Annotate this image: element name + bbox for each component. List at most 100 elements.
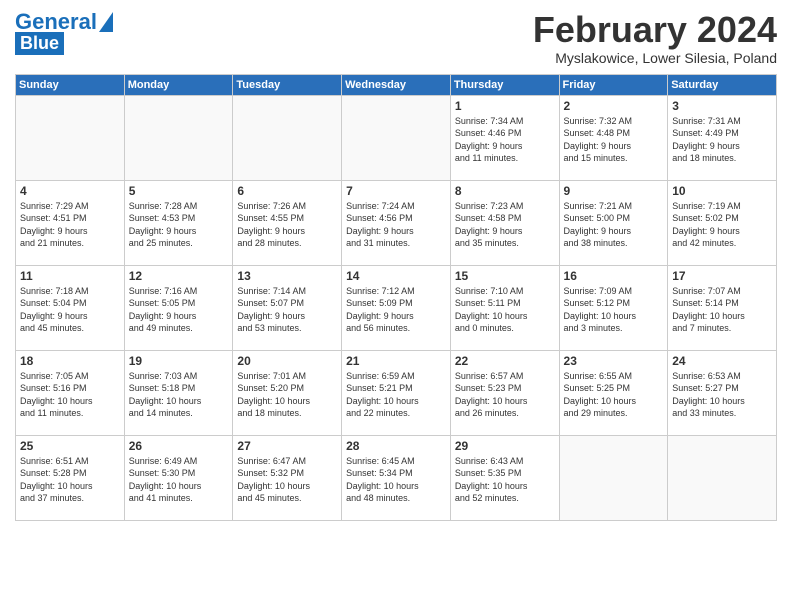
day-number: 23 [564,354,664,368]
calendar-cell [559,435,668,520]
calendar-cell: 13 Sunrise: 7:14 AM Sunset: 5:07 PM Dayli… [233,265,342,350]
cell-info: Sunrise: 7:10 AM Sunset: 5:11 PM Dayligh… [455,285,555,335]
calendar-cell: 8 Sunrise: 7:23 AM Sunset: 4:58 PM Daylig… [450,180,559,265]
page-container: General Blue February 2024 Myslakowice, … [0,0,792,526]
calendar-cell: 20Sunrise: 7:01 AM Sunset: 5:20 PM Dayli… [233,350,342,435]
calendar-cell [342,95,451,180]
day-number: 16 [564,269,664,283]
calendar-cell: 28 Sunrise: 6:45 AM Sunset: 5:34 PM Dayli… [342,435,451,520]
calendar-cell: 15Sunrise: 7:10 AM Sunset: 5:11 PM Dayli… [450,265,559,350]
day-number: 9 [564,184,664,198]
day-number: 14 [346,269,446,283]
day-number: 22 [455,354,555,368]
calendar-cell: 3 Sunrise: 7:31 AM Sunset: 4:49 PM Daylig… [668,95,777,180]
day-number: 4 [20,184,120,198]
day-number: 8 [455,184,555,198]
day-number: 5 [129,184,229,198]
day-number: 3 [672,99,772,113]
cell-info: Sunrise: 6:55 AM Sunset: 5:25 PM Dayligh… [564,370,664,420]
calendar-header-row: SundayMondayTuesdayWednesdayThursdayFrid… [16,74,777,95]
cell-info: Sunrise: 7:34 AM Sunset: 4:46 PM Dayligh… [455,115,555,165]
day-number: 2 [564,99,664,113]
day-number: 26 [129,439,229,453]
cell-info: Sunrise: 6:45 AM Sunset: 5:34 PM Dayligh… [346,455,446,505]
day-number: 7 [346,184,446,198]
calendar-cell: 23 Sunrise: 6:55 AM Sunset: 5:25 PM Dayli… [559,350,668,435]
calendar-week-0: 1 Sunrise: 7:34 AM Sunset: 4:46 PM Daylig… [16,95,777,180]
calendar-cell: 12 Sunrise: 7:16 AM Sunset: 5:05 PM Dayli… [124,265,233,350]
calendar-cell: 25Sunrise: 6:51 AM Sunset: 5:28 PM Dayli… [16,435,125,520]
day-number: 18 [20,354,120,368]
calendar-week-4: 25Sunrise: 6:51 AM Sunset: 5:28 PM Dayli… [16,435,777,520]
calendar-body: 1 Sunrise: 7:34 AM Sunset: 4:46 PM Daylig… [16,95,777,520]
calendar-cell: 26 Sunrise: 6:49 AM Sunset: 5:30 PM Dayli… [124,435,233,520]
day-number: 12 [129,269,229,283]
calendar-cell [16,95,125,180]
cell-info: Sunrise: 7:14 AM Sunset: 5:07 PM Dayligh… [237,285,337,335]
calendar-cell [233,95,342,180]
day-number: 27 [237,439,337,453]
cell-info: Sunrise: 7:09 AM Sunset: 5:12 PM Dayligh… [564,285,664,335]
day-number: 17 [672,269,772,283]
day-number: 28 [346,439,446,453]
cell-info: Sunrise: 7:12 AM Sunset: 5:09 PM Dayligh… [346,285,446,335]
calendar-cell: 16 Sunrise: 7:09 AM Sunset: 5:12 PM Dayli… [559,265,668,350]
cell-info: Sunrise: 6:49 AM Sunset: 5:30 PM Dayligh… [129,455,229,505]
cell-info: Sunrise: 6:47 AM Sunset: 5:32 PM Dayligh… [237,455,337,505]
header-sunday: Sunday [16,74,125,95]
calendar-cell: 19Sunrise: 7:03 AM Sunset: 5:18 PM Dayli… [124,350,233,435]
header-section: General Blue February 2024 Myslakowice, … [15,10,777,66]
calendar-cell: 7Sunrise: 7:24 AM Sunset: 4:56 PM Daylig… [342,180,451,265]
day-number: 10 [672,184,772,198]
calendar-cell: 4 Sunrise: 7:29 AM Sunset: 4:51 PM Daylig… [16,180,125,265]
calendar-cell: 17 Sunrise: 7:07 AM Sunset: 5:14 PM Dayli… [668,265,777,350]
cell-info: Sunrise: 7:03 AM Sunset: 5:18 PM Dayligh… [129,370,229,420]
header-friday: Friday [559,74,668,95]
cell-info: Sunrise: 7:29 AM Sunset: 4:51 PM Dayligh… [20,200,120,250]
header-saturday: Saturday [668,74,777,95]
logo-general: General [15,9,97,34]
calendar-cell [124,95,233,180]
cell-info: Sunrise: 7:23 AM Sunset: 4:58 PM Dayligh… [455,200,555,250]
header-tuesday: Tuesday [233,74,342,95]
calendar-cell: 22Sunrise: 6:57 AM Sunset: 5:23 PM Dayli… [450,350,559,435]
calendar-cell: 6 Sunrise: 7:26 AM Sunset: 4:55 PM Daylig… [233,180,342,265]
calendar-cell: 1 Sunrise: 7:34 AM Sunset: 4:46 PM Daylig… [450,95,559,180]
logo-triangle [99,12,113,32]
calendar-week-2: 11 Sunrise: 7:18 AM Sunset: 5:04 PM Dayli… [16,265,777,350]
cell-info: Sunrise: 6:43 AM Sunset: 5:35 PM Dayligh… [455,455,555,505]
calendar-week-1: 4 Sunrise: 7:29 AM Sunset: 4:51 PM Daylig… [16,180,777,265]
day-number: 11 [20,269,120,283]
cell-info: Sunrise: 7:26 AM Sunset: 4:55 PM Dayligh… [237,200,337,250]
day-number: 6 [237,184,337,198]
calendar-cell: 27 Sunrise: 6:47 AM Sunset: 5:32 PM Dayli… [233,435,342,520]
cell-info: Sunrise: 6:53 AM Sunset: 5:27 PM Dayligh… [672,370,772,420]
cell-info: Sunrise: 7:31 AM Sunset: 4:49 PM Dayligh… [672,115,772,165]
day-number: 1 [455,99,555,113]
cell-info: Sunrise: 7:21 AM Sunset: 5:00 PM Dayligh… [564,200,664,250]
cell-info: Sunrise: 7:32 AM Sunset: 4:48 PM Dayligh… [564,115,664,165]
day-number: 24 [672,354,772,368]
day-number: 29 [455,439,555,453]
title-section: February 2024 Myslakowice, Lower Silesia… [533,10,777,66]
cell-info: Sunrise: 7:07 AM Sunset: 5:14 PM Dayligh… [672,285,772,335]
cell-info: Sunrise: 7:19 AM Sunset: 5:02 PM Dayligh… [672,200,772,250]
month-title: February 2024 [533,10,777,50]
calendar-week-3: 18 Sunrise: 7:05 AM Sunset: 5:16 PM Dayli… [16,350,777,435]
day-number: 21 [346,354,446,368]
cell-info: Sunrise: 7:28 AM Sunset: 4:53 PM Dayligh… [129,200,229,250]
cell-info: Sunrise: 7:16 AM Sunset: 5:05 PM Dayligh… [129,285,229,335]
logo-blue: Blue [15,32,64,55]
calendar-cell: 5 Sunrise: 7:28 AM Sunset: 4:53 PM Daylig… [124,180,233,265]
logo-text: General [15,10,97,34]
calendar-cell: 18 Sunrise: 7:05 AM Sunset: 5:16 PM Dayli… [16,350,125,435]
subtitle: Myslakowice, Lower Silesia, Poland [533,50,777,66]
calendar-cell: 9 Sunrise: 7:21 AM Sunset: 5:00 PM Daylig… [559,180,668,265]
cell-info: Sunrise: 7:01 AM Sunset: 5:20 PM Dayligh… [237,370,337,420]
cell-info: Sunrise: 7:05 AM Sunset: 5:16 PM Dayligh… [20,370,120,420]
calendar-cell: 29 Sunrise: 6:43 AM Sunset: 5:35 PM Dayli… [450,435,559,520]
cell-info: Sunrise: 7:18 AM Sunset: 5:04 PM Dayligh… [20,285,120,335]
calendar-cell: 21Sunrise: 6:59 AM Sunset: 5:21 PM Dayli… [342,350,451,435]
header-thursday: Thursday [450,74,559,95]
day-number: 13 [237,269,337,283]
